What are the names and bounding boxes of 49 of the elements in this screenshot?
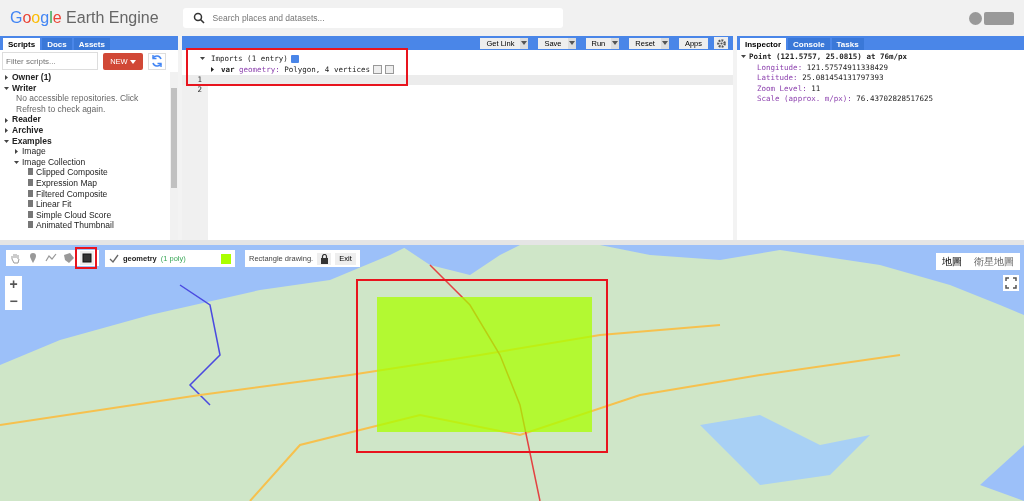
tree-folder[interactable]: Writer: [12, 82, 37, 93]
tree-folder[interactable]: Examples: [12, 135, 52, 146]
script-file[interactable]: Animated Thumbnail: [36, 220, 114, 231]
search-field[interactable]: Search places and datasets...: [182, 8, 563, 28]
panel-tab[interactable]: Inspector: [740, 38, 786, 50]
dropdown-button[interactable]: [567, 37, 576, 49]
polygon-tool-icon[interactable]: [62, 251, 76, 265]
panel-tab[interactable]: Assets: [73, 38, 110, 50]
script-file[interactable]: Simple Cloud Score: [36, 209, 112, 220]
dropdown-button[interactable]: [660, 37, 669, 49]
highlight-box: [75, 247, 97, 269]
layer-checkbox[interactable]: [109, 253, 119, 264]
panel-tab[interactable]: Scripts: [3, 38, 41, 50]
caret-icon[interactable]: [4, 128, 9, 134]
earth-engine-logo: Google Earth Engine: [10, 9, 159, 27]
script-file[interactable]: Clipped Composite: [36, 167, 108, 178]
empty-message: No accessible repositories. Click Refresh to check again.: [15, 93, 140, 115]
dropdown-button[interactable]: [520, 37, 529, 49]
document-icon[interactable]: [290, 54, 299, 63]
panel-tab[interactable]: Docs: [42, 38, 72, 50]
fullscreen-icon[interactable]: [1003, 275, 1019, 291]
lock-icon[interactable]: [317, 252, 332, 265]
caret-icon: [129, 59, 136, 64]
caret-icon[interactable]: [4, 85, 9, 91]
caret-icon[interactable]: [4, 138, 9, 144]
tree-folder[interactable]: Archive: [12, 124, 44, 135]
settings-button[interactable]: [714, 37, 728, 49]
caret-icon[interactable]: [741, 54, 746, 60]
caret-icon[interactable]: [4, 75, 9, 81]
caret-icon[interactable]: [200, 56, 205, 61]
caret-icon[interactable]: [14, 149, 19, 155]
search-icon: [192, 12, 205, 24]
panel-tab[interactable]: Tasks: [831, 38, 864, 50]
tree-folder[interactable]: Owner (1): [12, 72, 52, 82]
tree-folder[interactable]: Reader: [12, 114, 41, 125]
dropdown-button[interactable]: [611, 37, 620, 49]
script-file[interactable]: Expression Map: [36, 177, 97, 188]
script-file[interactable]: Filtered Composite: [36, 188, 108, 199]
layer-color-swatch[interactable]: [221, 253, 231, 264]
filter-field[interactable]: Filter scripts...: [2, 52, 98, 70]
tree-folder[interactable]: Image Collection: [22, 156, 86, 167]
tree-folder[interactable]: Image: [22, 146, 46, 157]
caret-icon[interactable]: [14, 160, 19, 165]
rectangle-tool-icon[interactable]: [80, 251, 94, 265]
caret-icon[interactable]: [210, 67, 215, 72]
caret-icon[interactable]: [4, 117, 9, 123]
script-file[interactable]: Linear Fit: [36, 199, 72, 210]
panel-tab[interactable]: Console: [788, 38, 830, 50]
refresh-button[interactable]: [148, 52, 166, 70]
